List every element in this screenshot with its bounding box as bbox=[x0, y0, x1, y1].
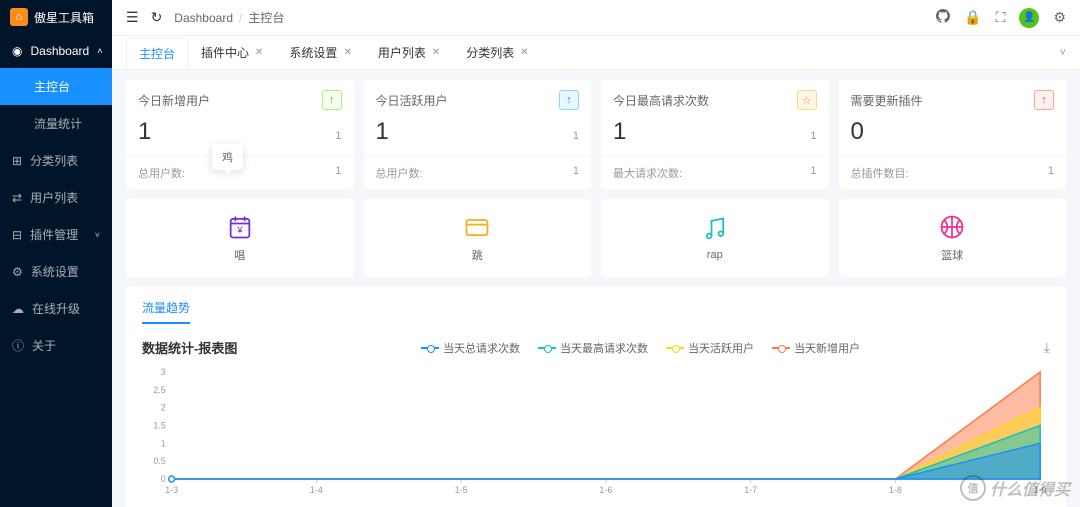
main: ☰ ↻ Dashboard/主控台 🔒 ⛶ 👤 ⚙ 主控台 插件中心✕ 系统设置… bbox=[112, 0, 1080, 507]
trend-up-icon: ↑ bbox=[559, 90, 579, 110]
logo-icon: ⌂ bbox=[10, 8, 28, 26]
info-icon: ⓘ bbox=[12, 337, 24, 354]
logo-text: 傲星工具箱 bbox=[34, 9, 94, 26]
menu-categories[interactable]: ⊞分类列表 bbox=[0, 142, 112, 179]
feature-rap[interactable]: rap bbox=[601, 199, 829, 277]
legend-item[interactable]: 当天总请求次数 bbox=[421, 340, 520, 356]
svg-text:1-3: 1-3 bbox=[165, 485, 178, 495]
close-icon[interactable]: ✕ bbox=[343, 47, 351, 58]
stat-card-plugin-updates: 需要更新插件↑ 0 总插件数目:1 bbox=[839, 80, 1067, 189]
svg-text:1: 1 bbox=[161, 438, 166, 448]
legend-marker-icon bbox=[772, 344, 790, 352]
menu-plugins[interactable]: ⊟插件管理 ˅ bbox=[0, 216, 112, 253]
chart-title: 数据统计-报表图 bbox=[142, 338, 237, 357]
svg-text:2.5: 2.5 bbox=[153, 385, 165, 395]
legend-marker-icon bbox=[666, 344, 684, 352]
menu-users[interactable]: ⇄用户列表 bbox=[0, 179, 112, 216]
dashboard-icon: ◉ bbox=[12, 44, 22, 58]
download-icon[interactable]: ⤓ bbox=[1044, 339, 1050, 356]
chart-plot: 0 0.5 1 1.5 2 2.5 3 1-3 1-4 1-5 1-6 1-7 1-8 1-9 bbox=[142, 367, 1050, 497]
trend-up-icon: ↑ bbox=[1034, 90, 1054, 110]
close-icon[interactable]: ✕ bbox=[255, 47, 263, 58]
legend-marker-icon bbox=[538, 344, 556, 352]
close-icon[interactable]: ✕ bbox=[432, 47, 440, 58]
legend-item[interactable]: 当天活跃用户 bbox=[666, 340, 754, 356]
svg-text:2: 2 bbox=[161, 403, 166, 413]
svg-text:1-4: 1-4 bbox=[310, 485, 323, 495]
tab-category-list[interactable]: 分类列表✕ bbox=[453, 37, 541, 68]
svg-text:1-6: 1-6 bbox=[599, 485, 612, 495]
tooltip: 鸡 bbox=[212, 144, 243, 170]
stat-card-new-users: 今日新增用户↑ 11 总用户数:1 bbox=[126, 80, 354, 189]
tab-console[interactable]: 主控台 bbox=[126, 38, 188, 69]
submenu-console[interactable]: 主控台 bbox=[0, 68, 112, 105]
tabs-bar: 主控台 插件中心✕ 系统设置✕ 用户列表✕ 分类列表✕ ˅ bbox=[112, 36, 1080, 70]
feature-row: ¥ 唱 跳 rap 篮球 bbox=[126, 199, 1066, 277]
bookmark-icon: ☆ bbox=[797, 90, 817, 110]
svg-text:1-9: 1-9 bbox=[1034, 485, 1047, 495]
breadcrumb: Dashboard/主控台 bbox=[174, 9, 284, 26]
chevron-up-icon: ˄ bbox=[97, 46, 102, 56]
logo[interactable]: ⌂ 傲星工具箱 bbox=[0, 0, 112, 34]
user-avatar[interactable]: 👤 bbox=[1019, 8, 1039, 28]
legend-item[interactable]: 当天最高请求次数 bbox=[538, 340, 648, 356]
legend-marker-icon bbox=[421, 344, 439, 352]
svg-text:0.5: 0.5 bbox=[153, 456, 165, 466]
menu-about[interactable]: ⓘ关于 bbox=[0, 327, 112, 364]
tab-plugin-center[interactable]: 插件中心✕ bbox=[188, 37, 276, 68]
tab-user-list[interactable]: 用户列表✕ bbox=[365, 37, 453, 68]
chart-tab-traffic[interactable]: 流量趋势 bbox=[142, 299, 190, 324]
menu-dashboard[interactable]: ◉ Dashboard ˄ bbox=[0, 34, 112, 68]
fullscreen-icon[interactable]: ⛶ bbox=[996, 9, 1006, 26]
users-icon: ⇄ bbox=[12, 191, 22, 205]
tab-system-settings[interactable]: 系统设置✕ bbox=[276, 37, 364, 68]
svg-text:1.5: 1.5 bbox=[153, 420, 165, 430]
svg-text:3: 3 bbox=[161, 367, 166, 377]
trend-up-icon: ↑ bbox=[322, 90, 342, 110]
svg-text:1-7: 1-7 bbox=[744, 485, 757, 495]
cloud-icon: ☁ bbox=[12, 302, 24, 316]
gift-icon: ⊞ bbox=[12, 154, 22, 168]
sidebar: ⌂ 傲星工具箱 ◉ Dashboard ˄ 主控台 流量统计 ⊞分类列表 ⇄用户… bbox=[0, 0, 112, 507]
tabs-more-icon[interactable]: ˅ bbox=[1060, 47, 1066, 59]
submenu-traffic[interactable]: 流量统计 bbox=[0, 105, 112, 142]
stat-card-active-users: 今日活跃用户↑ 11 总用户数:1 bbox=[364, 80, 592, 189]
menu-upgrade[interactable]: ☁在线升级 bbox=[0, 290, 112, 327]
stat-card-max-requests: 今日最高请求次数☆ 11 最大请求次数:1 bbox=[601, 80, 829, 189]
svg-text:1-5: 1-5 bbox=[455, 485, 468, 495]
header: ☰ ↻ Dashboard/主控台 🔒 ⛶ 👤 ⚙ bbox=[112, 0, 1080, 36]
svg-text:¥: ¥ bbox=[236, 225, 243, 235]
content: 今日新增用户↑ 11 总用户数:1 今日活跃用户↑ 11 总用户数:1 今日最高… bbox=[112, 70, 1080, 507]
close-icon[interactable]: ✕ bbox=[520, 47, 528, 58]
feature-dance[interactable]: 跳 bbox=[364, 199, 592, 277]
stat-row: 今日新增用户↑ 11 总用户数:1 今日活跃用户↑ 11 总用户数:1 今日最高… bbox=[126, 80, 1066, 189]
chart-legend: 当天总请求次数 当天最高请求次数 当天活跃用户 当天新增用户 bbox=[421, 340, 860, 356]
reload-icon[interactable]: ↻ bbox=[151, 9, 163, 26]
legend-item[interactable]: 当天新增用户 bbox=[772, 340, 860, 356]
github-icon[interactable] bbox=[936, 9, 950, 26]
svg-text:1-8: 1-8 bbox=[889, 485, 902, 495]
chevron-down-icon: ˅ bbox=[95, 230, 100, 240]
lock-icon[interactable]: 🔒 bbox=[964, 9, 981, 26]
chart-card: 流量趋势 数据统计-报表图 当天总请求次数 当天最高请求次数 当天活跃用户 当天… bbox=[126, 287, 1066, 507]
menu-collapse-icon[interactable]: ☰ bbox=[126, 9, 139, 26]
menu-settings[interactable]: ⚙系统设置 bbox=[0, 253, 112, 290]
settings-icon[interactable]: ⚙ bbox=[1053, 9, 1066, 26]
feature-basketball[interactable]: 篮球 bbox=[839, 199, 1067, 277]
feature-sing[interactable]: ¥ 唱 bbox=[126, 199, 354, 277]
gear-icon: ⚙ bbox=[12, 265, 23, 279]
svg-text:0: 0 bbox=[161, 474, 166, 484]
plugin-icon: ⊟ bbox=[12, 228, 22, 242]
